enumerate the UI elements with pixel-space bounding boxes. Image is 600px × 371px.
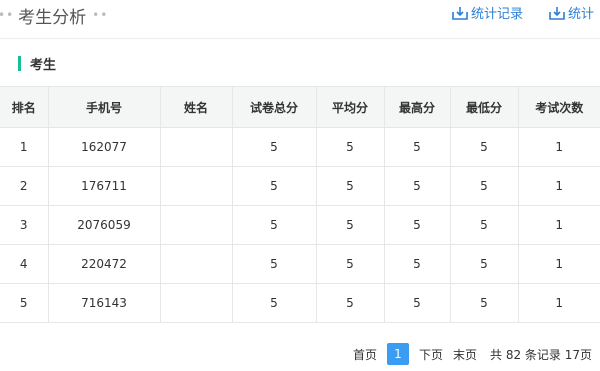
title-dots-left: •• [0,8,15,22]
col-total-score: 试卷总分 [231,86,317,128]
stat-label: 统计 [567,7,594,22]
cell-name [159,244,232,284]
section-marker [18,55,21,71]
col-average: 平均分 [315,86,385,128]
col-rank: 排名 [0,86,49,128]
first-page-link[interactable]: 首页 [353,346,377,363]
table-header-row: 排名 手机号 姓名 试卷总分 平均分 最高分 最低分 考试次数 [0,86,600,128]
cell-exam-count: 1 [517,205,600,245]
cell-name [159,166,232,206]
cell-phone: 220472 [47,244,160,284]
col-exam-count: 考试次数 [517,86,600,128]
cell-lowest: 5 [449,244,518,284]
cell-name [159,127,232,167]
cell-exam-count: 1 [517,127,600,167]
cell-name [159,205,232,245]
col-phone: 手机号 [47,86,161,128]
cell-highest: 5 [383,127,450,167]
download-icon [452,6,468,20]
cell-total-score: 5 [231,205,316,245]
cell-phone: 176711 [47,166,160,206]
table-row: 2 176711 5 5 5 5 1 [0,166,600,206]
cell-name [159,283,232,323]
cell-total-score: 5 [231,283,316,323]
cell-average: 5 [315,244,384,284]
cell-rank: 5 [0,283,48,323]
col-name: 姓名 [159,86,233,128]
next-page-link[interactable]: 下页 [419,346,443,363]
table-row: 5 716143 5 5 5 5 1 [0,283,600,323]
cell-highest: 5 [383,283,450,323]
section-label: 考生 [30,57,57,73]
stat-button[interactable]: 统计 [549,3,594,22]
cell-exam-count: 1 [517,166,600,206]
record-summary: 共 82 条记录 17页 [490,347,592,362]
page-title: 考生分析 [18,7,87,28]
cell-average: 5 [315,205,384,245]
title-dots-right: •• [92,8,109,22]
cell-exam-count: 1 [517,283,600,323]
stat-records-label: 统计记录 [470,7,523,22]
cell-rank: 2 [0,166,48,206]
cell-highest: 5 [383,166,450,206]
cell-exam-count: 1 [517,244,600,284]
pagination: 首页 1 下页 末页 共 82 条记录 17页 [348,343,592,365]
cell-average: 5 [315,283,384,323]
cell-rank: 1 [0,127,48,167]
cell-average: 5 [315,127,384,167]
download-icon [549,6,565,20]
cell-phone: 162077 [47,127,160,167]
cell-total-score: 5 [231,127,316,167]
cell-phone: 716143 [47,283,160,323]
stat-records-button[interactable]: 统计记录 [452,3,523,22]
table-row: 4 220472 5 5 5 5 1 [0,244,600,284]
cell-total-score: 5 [231,244,316,284]
page-header: •• 考生分析 •• 统计记录 统计 [0,0,600,39]
header-actions: 统计记录 统计 [452,3,594,22]
page-title-group: •• 考生分析 •• [0,4,109,28]
cell-lowest: 5 [449,166,518,206]
cell-total-score: 5 [231,166,316,206]
last-page-link[interactable]: 末页 [453,346,477,363]
cell-phone: 2076059 [47,205,160,245]
current-page[interactable]: 1 [386,343,409,365]
cell-lowest: 5 [449,127,518,167]
table-row: 3 2076059 5 5 5 5 1 [0,205,600,245]
examinee-table: 排名 手机号 姓名 试卷总分 平均分 最高分 最低分 考试次数 1 162077… [0,86,600,323]
cell-lowest: 5 [449,205,518,245]
col-highest: 最高分 [383,86,451,128]
cell-average: 5 [315,166,384,206]
cell-highest: 5 [383,244,450,284]
table-row: 1 162077 5 5 5 5 1 [0,127,600,167]
col-lowest: 最低分 [449,86,519,128]
section-heading: 考生 [18,55,57,73]
cell-lowest: 5 [449,283,518,323]
cell-rank: 4 [0,244,48,284]
cell-rank: 3 [0,205,48,245]
cell-highest: 5 [383,205,450,245]
